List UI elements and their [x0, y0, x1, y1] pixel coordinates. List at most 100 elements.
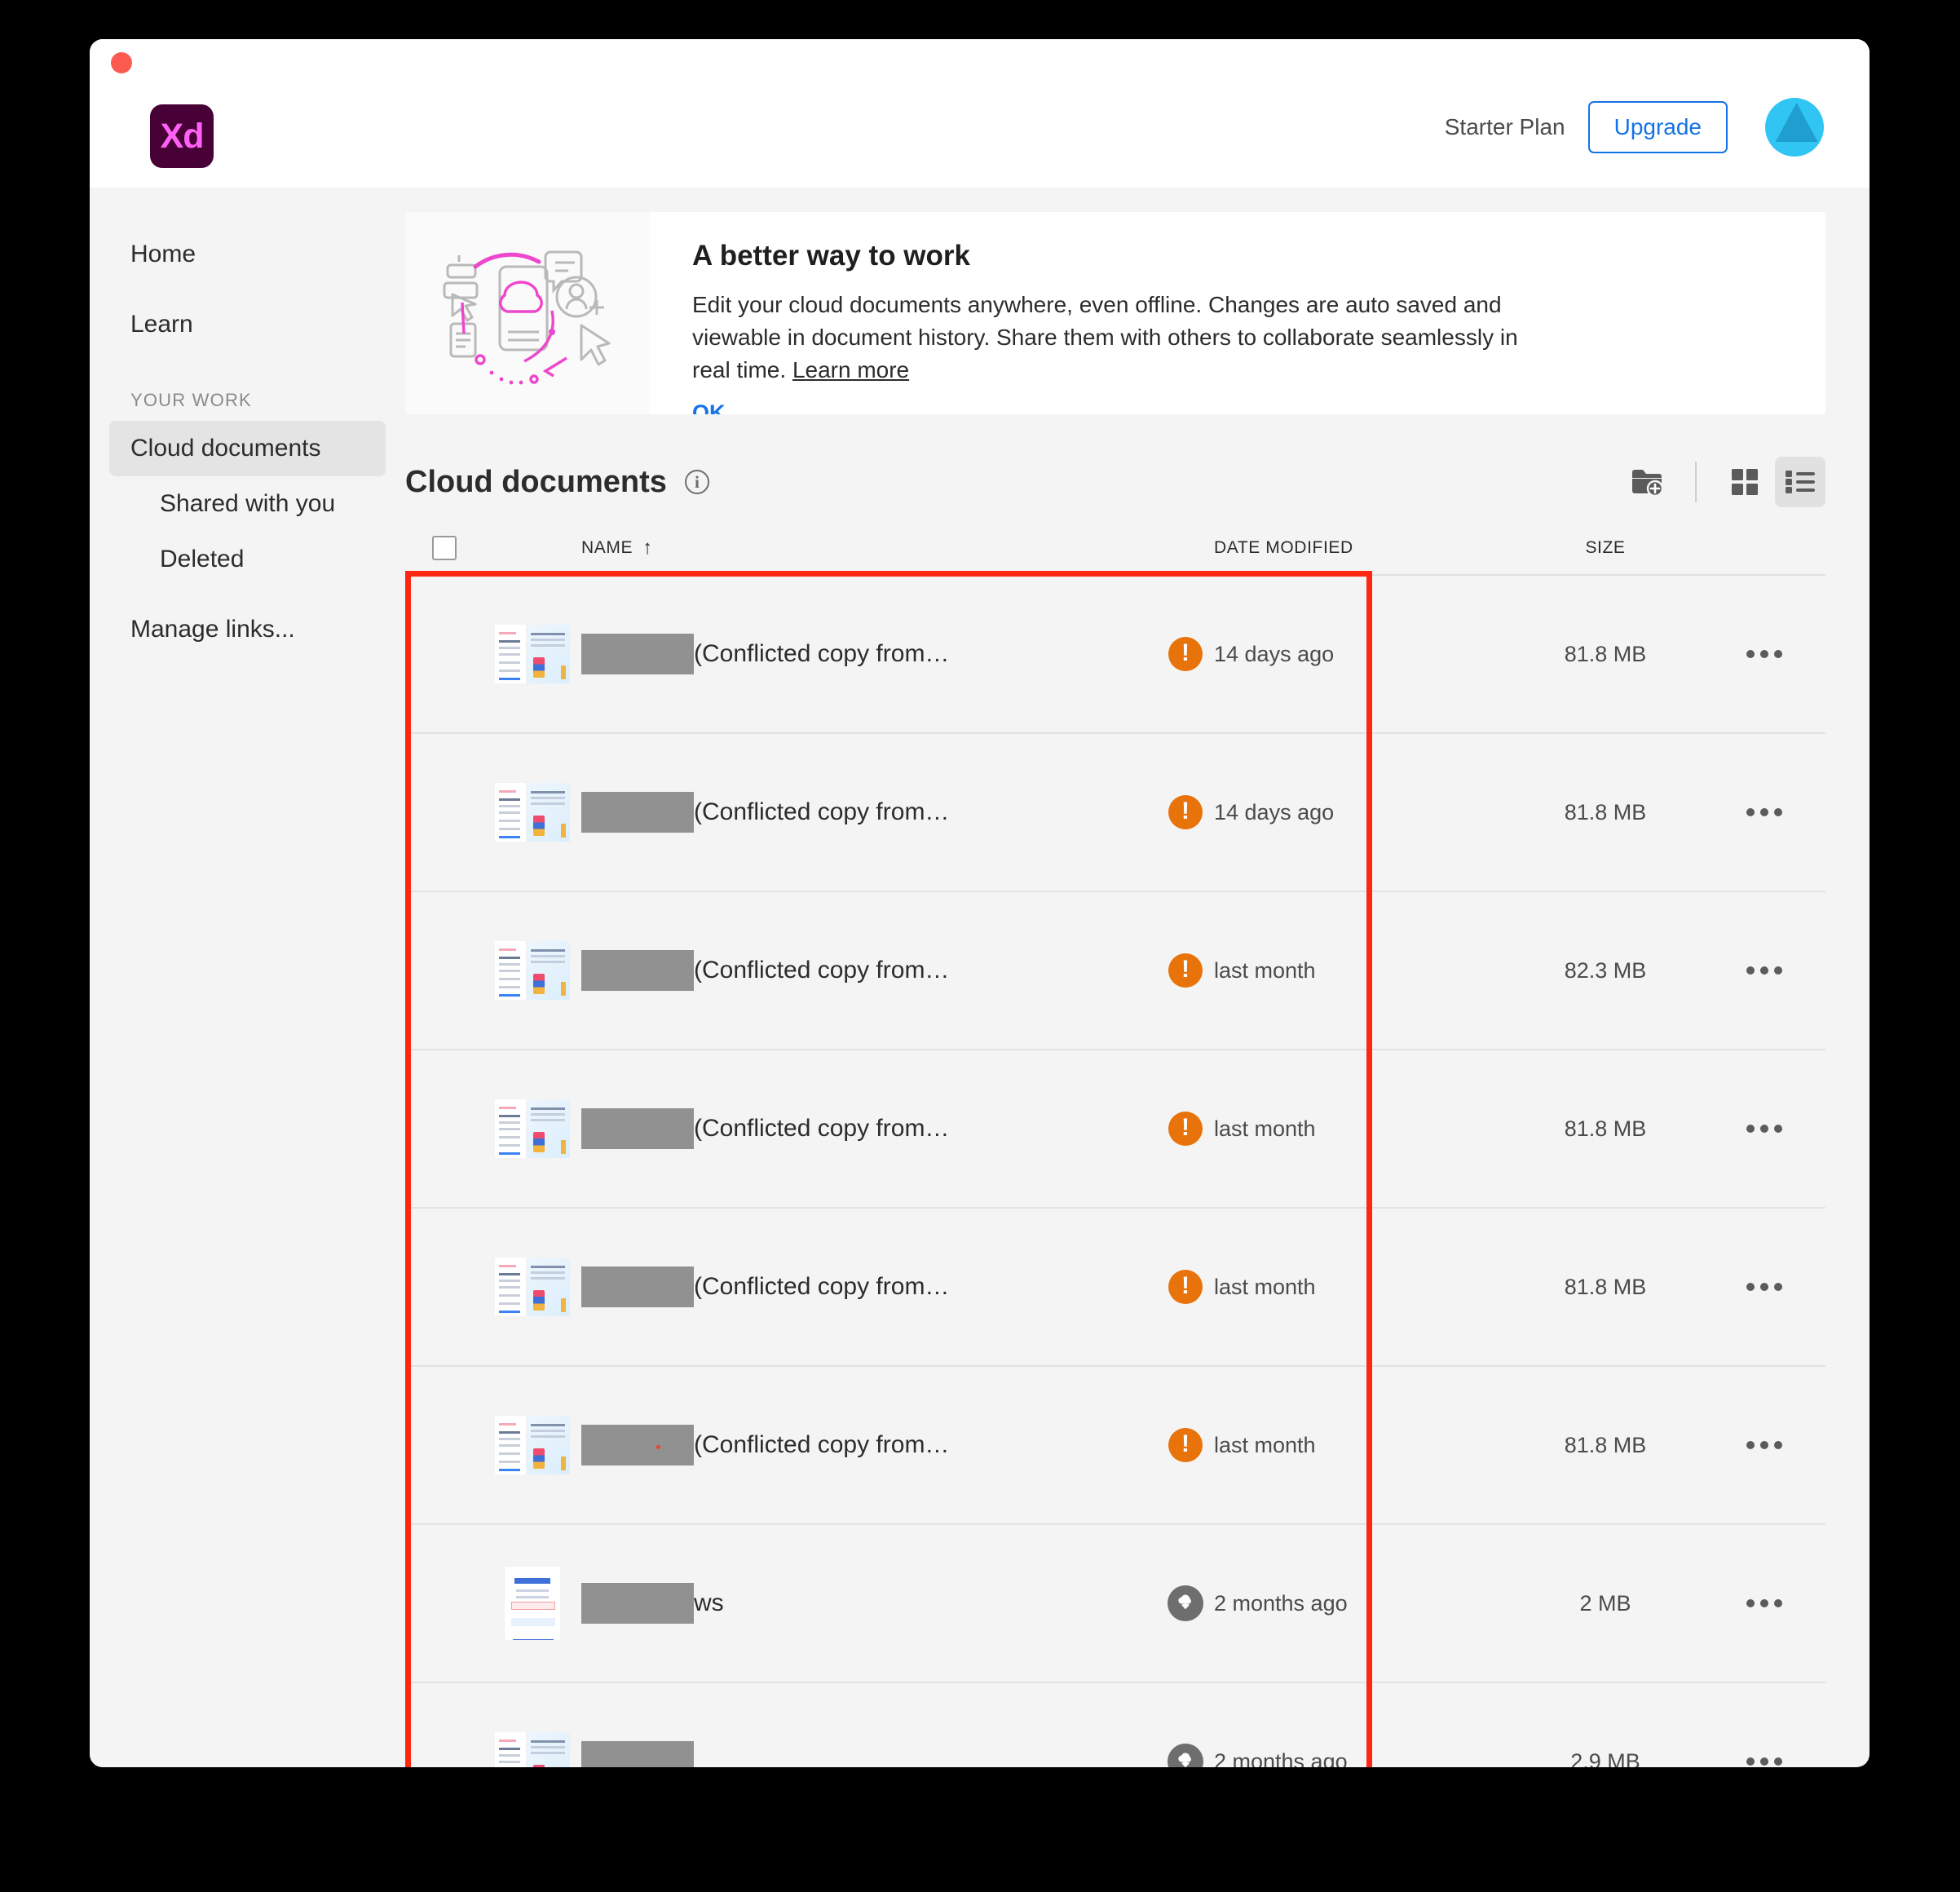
document-size-cell: 81.8 MB: [1508, 1116, 1703, 1142]
document-name-cell[interactable]: [581, 1741, 1157, 1767]
conflict-warning-icon[interactable]: !: [1168, 953, 1203, 988]
date-modified-value: 14 days ago: [1214, 641, 1335, 666]
document-thumbnail: [495, 1099, 570, 1158]
thumbnail-cell: [483, 1099, 581, 1158]
row-select-cell: [405, 1433, 483, 1457]
row-menu-cell: [1703, 1441, 1825, 1449]
more-options-icon[interactable]: [1746, 1125, 1782, 1133]
document-size-cell: 2 MB: [1508, 1591, 1703, 1616]
name-column-label: NAME: [581, 538, 633, 557]
conflict-warning-icon[interactable]: !: [1168, 1112, 1203, 1146]
document-name-cell[interactable]: (Conflicted copy from…: [581, 1266, 1157, 1307]
promo-title: A better way to work: [692, 240, 970, 272]
document-name-suffix: (Conflicted copy from…: [694, 798, 950, 825]
upgrade-button[interactable]: Upgrade: [1587, 101, 1728, 153]
more-options-icon[interactable]: [1746, 808, 1782, 816]
more-options-icon[interactable]: [1746, 1757, 1782, 1766]
more-options-icon[interactable]: [1746, 966, 1782, 975]
document-status-cell: !: [1157, 795, 1214, 829]
sidebar-item-deleted[interactable]: Deleted: [109, 532, 386, 587]
date-modified-value: last month: [1214, 1274, 1316, 1299]
document-size-cell: 81.8 MB: [1508, 1275, 1703, 1300]
table-row[interactable]: 2 months ago 2.9 MB: [405, 1683, 1825, 1767]
date-modified-value: last month: [1214, 1116, 1316, 1141]
document-status-cell: !: [1157, 1428, 1214, 1462]
conflict-warning-icon[interactable]: !: [1168, 637, 1203, 671]
table-row[interactable]: (Conflicted copy from…! last month 81.8 MB: [405, 1209, 1825, 1367]
document-name-cell[interactable]: (Conflicted copy from…: [581, 792, 1157, 833]
size-value: 82.3 MB: [1564, 957, 1647, 983]
warning-glyph: !: [1181, 1430, 1190, 1457]
row-menu-cell: [1703, 650, 1825, 658]
date-modified-value: last month: [1214, 1432, 1316, 1457]
size-header-cell[interactable]: SIZE: [1508, 538, 1703, 558]
row-menu-cell: [1703, 808, 1825, 816]
cloud-download-icon[interactable]: [1168, 1585, 1203, 1621]
date-modified-column-label: DATE MODIFIED: [1214, 538, 1353, 557]
table-row[interactable]: (Conflicted copy from…! 14 days ago 81.8 M…: [405, 576, 1825, 734]
conflict-warning-icon[interactable]: !: [1168, 795, 1203, 829]
more-options-icon[interactable]: [1746, 1283, 1782, 1291]
header-actions: Starter Plan Upgrade: [1445, 98, 1824, 157]
close-window-icon[interactable]: [111, 52, 132, 73]
more-options-icon[interactable]: [1746, 1599, 1782, 1607]
date-header-cell[interactable]: DATE MODIFIED: [1214, 538, 1508, 558]
avatar[interactable]: [1765, 98, 1824, 157]
learn-more-link[interactable]: Learn more: [792, 357, 909, 382]
table-header-row: NAME ↑ DATE MODIFIED SIZE: [405, 522, 1825, 576]
sidebar-item-manage-links[interactable]: Manage links...: [109, 602, 386, 657]
row-menu-cell: [1703, 966, 1825, 975]
document-thumbnail: [495, 941, 570, 1000]
thumbnail-cell: [483, 1416, 581, 1474]
promo-body: Edit your cloud documents anywhere, even…: [692, 289, 1556, 386]
document-name-cell[interactable]: (Conflicted copy from…: [581, 1425, 1157, 1465]
size-value: 81.8 MB: [1564, 1432, 1647, 1457]
sidebar-item-shared-with-you[interactable]: Shared with you: [109, 476, 386, 532]
adobe-xd-logo-text: Xd: [160, 116, 205, 156]
document-name-suffix: (Conflicted copy from…: [694, 957, 950, 984]
promo-ok-button[interactable]: OK: [692, 400, 726, 414]
table-row[interactable]: (Conflicted copy from…! last month 81.8 MB: [405, 1367, 1825, 1525]
sidebar-item-home[interactable]: Home: [109, 227, 386, 282]
document-status-cell: [1157, 1585, 1214, 1621]
table-row[interactable]: (Conflicted copy from…! last month 81.8 MB: [405, 1050, 1825, 1209]
cloud-download-icon[interactable]: [1168, 1744, 1203, 1767]
conflict-warning-icon[interactable]: !: [1168, 1270, 1203, 1304]
sidebar-section-your-work: YOUR WORK: [130, 390, 252, 410]
table-row[interactable]: (Conflicted copy from…! last month 82.3 MB: [405, 892, 1825, 1050]
table-row[interactable]: (Conflicted copy from…! 14 days ago 81.8 M…: [405, 734, 1825, 892]
thumbnail-right-panel: [526, 941, 570, 1000]
document-date-cell: last month: [1214, 1116, 1508, 1142]
row-select-cell: [405, 642, 483, 666]
document-name-suffix: (Conflicted copy from…: [694, 640, 950, 667]
new-folder-icon[interactable]: [1622, 457, 1672, 507]
thumbnail-right-panel: [526, 783, 570, 842]
grid-view-icon[interactable]: [1719, 457, 1770, 507]
document-size-cell: 82.3 MB: [1508, 958, 1703, 984]
document-status-cell: !: [1157, 1270, 1214, 1304]
warning-glyph: !: [1181, 956, 1190, 983]
conflict-warning-icon[interactable]: !: [1168, 1428, 1203, 1462]
document-name-cell[interactable]: (Conflicted copy from…: [581, 950, 1157, 991]
sidebar-item-cloud-documents[interactable]: Cloud documents: [109, 421, 386, 476]
list-view-icon[interactable]: [1775, 457, 1825, 507]
size-value: 81.8 MB: [1564, 641, 1647, 666]
document-name-cell[interactable]: ws: [581, 1583, 1157, 1624]
more-options-icon[interactable]: [1746, 650, 1782, 658]
more-options-icon[interactable]: [1746, 1441, 1782, 1449]
select-all-checkbox[interactable]: [432, 536, 457, 560]
document-size-cell: 2.9 MB: [1508, 1749, 1703, 1768]
document-name-cell[interactable]: (Conflicted copy from…: [581, 1108, 1157, 1149]
date-modified-value: 2 months ago: [1214, 1590, 1348, 1616]
redacted-document-name: [581, 1108, 694, 1149]
thumbnail-cell: [483, 941, 581, 1000]
warning-glyph: !: [1181, 798, 1190, 824]
main-content: A better way to work Edit your cloud doc…: [405, 188, 1870, 1767]
sidebar-item-learn[interactable]: Learn: [109, 297, 386, 352]
info-icon[interactable]: i: [684, 470, 709, 494]
table-row[interactable]: ws 2 months ago 2 MB: [405, 1525, 1825, 1683]
document-name-cell[interactable]: (Conflicted copy from…: [581, 634, 1157, 674]
sort-ascending-icon[interactable]: ↑: [642, 537, 652, 559]
thumbnail-cell: [483, 783, 581, 842]
name-header-cell[interactable]: NAME ↑: [581, 537, 1157, 559]
